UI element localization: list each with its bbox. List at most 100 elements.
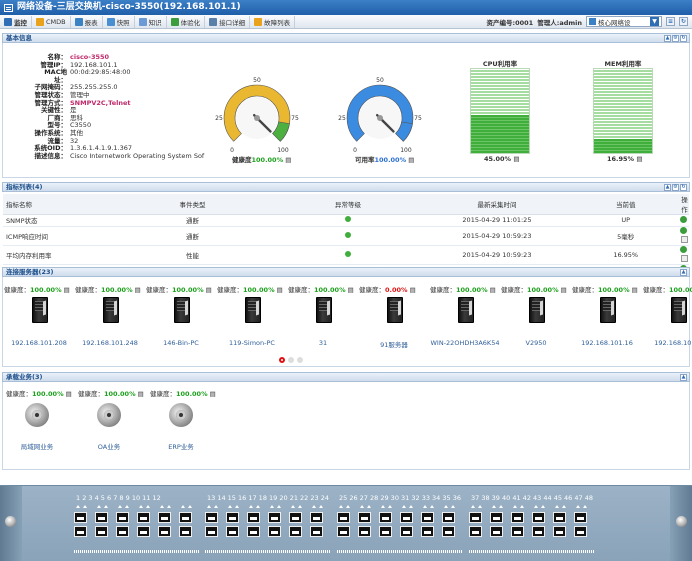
server-icon[interactable] xyxy=(174,297,190,323)
switch-port[interactable] xyxy=(358,526,371,537)
server-icon[interactable] xyxy=(671,297,687,323)
switch-port[interactable] xyxy=(490,526,503,537)
switch-port[interactable] xyxy=(137,526,150,537)
switch-port[interactable] xyxy=(421,512,434,523)
collapse-icon[interactable]: ▲ xyxy=(664,34,671,42)
collapse-icon[interactable]: ▲ xyxy=(664,183,671,191)
chart-icon[interactable] xyxy=(679,215,687,223)
detail-icon[interactable]: ▤ xyxy=(513,155,519,163)
switch-port[interactable] xyxy=(469,512,482,523)
switch-port[interactable] xyxy=(574,512,587,523)
switch-port[interactable] xyxy=(205,526,218,537)
server-name[interactable]: WIN-22OHDH3A6K54 xyxy=(430,339,500,347)
switch-port[interactable] xyxy=(247,526,260,537)
toolbar-knowledge-button[interactable]: 知识 xyxy=(135,15,167,28)
switch-port[interactable] xyxy=(226,526,239,537)
business-name[interactable]: 局域网业务 xyxy=(7,441,67,451)
refresh-icon[interactable]: ↻ xyxy=(680,183,687,191)
switch-port[interactable] xyxy=(179,526,192,537)
switch-port[interactable] xyxy=(553,526,566,537)
switch-port[interactable] xyxy=(158,526,171,537)
table-row[interactable]: SNMP状态 通断 2015-04-29 11:01:25 UP xyxy=(3,214,689,227)
switch-port[interactable] xyxy=(179,512,192,523)
switch-port[interactable] xyxy=(289,512,302,523)
switch-port[interactable] xyxy=(137,512,150,523)
table-row[interactable]: ICMP响应时间 通断 2015-04-29 10:59:23 5毫秒 xyxy=(3,226,689,246)
switch-port[interactable] xyxy=(379,512,392,523)
switch-port[interactable] xyxy=(158,512,171,523)
business-name[interactable]: ERP业务 xyxy=(151,441,211,451)
switch-port[interactable] xyxy=(74,526,87,537)
pager-dot[interactable] xyxy=(279,357,285,363)
toolbar-cmdb-button[interactable]: CMDB xyxy=(32,15,71,28)
switch-port[interactable] xyxy=(226,512,239,523)
server-name[interactable]: 192.168.101.16 xyxy=(572,339,642,347)
server-name[interactable]: 192.168.101.248 xyxy=(75,339,145,347)
settings-icon[interactable]: ⚙ xyxy=(672,34,679,42)
switch-port[interactable] xyxy=(74,512,87,523)
server-name[interactable]: 91服务器 xyxy=(359,339,429,349)
device-group-select[interactable]: 核心网络设 ▼ xyxy=(586,16,662,27)
switch-port[interactable] xyxy=(532,526,545,537)
switch-port[interactable] xyxy=(421,526,434,537)
server-icon[interactable] xyxy=(387,297,403,323)
toolbar-monitor-button[interactable]: 监控 xyxy=(0,15,32,28)
server-icon[interactable] xyxy=(32,297,48,323)
detail-icon[interactable]: ▤ xyxy=(636,155,642,163)
switch-port[interactable] xyxy=(442,526,455,537)
switch-port[interactable] xyxy=(95,512,108,523)
pager-dot[interactable] xyxy=(297,357,303,363)
server-icon[interactable] xyxy=(458,297,474,323)
pager-dot[interactable] xyxy=(288,357,294,363)
toolbar-report-button[interactable]: 报表 xyxy=(71,15,103,28)
switch-port[interactable] xyxy=(511,512,524,523)
toolbar-fault-button[interactable]: 故障列表 xyxy=(250,15,296,28)
switch-port[interactable] xyxy=(379,526,392,537)
switch-port[interactable] xyxy=(337,526,350,537)
list-view-icon[interactable]: ≡ xyxy=(666,17,675,26)
chart-icon[interactable] xyxy=(679,226,687,234)
server-icon[interactable] xyxy=(600,297,616,323)
chart-icon[interactable] xyxy=(679,245,687,253)
config-icon[interactable] xyxy=(680,254,688,262)
switch-port[interactable] xyxy=(553,512,566,523)
server-icon[interactable] xyxy=(103,297,119,323)
detail-icon[interactable]: ▤ xyxy=(285,156,291,164)
switch-port[interactable] xyxy=(442,512,455,523)
switch-port[interactable] xyxy=(358,512,371,523)
server-icon[interactable] xyxy=(316,297,332,323)
business-gear-icon[interactable] xyxy=(25,403,49,427)
server-name[interactable]: V2950 xyxy=(501,339,571,347)
switch-port[interactable] xyxy=(469,526,482,537)
server-name[interactable]: 31 xyxy=(288,339,358,347)
switch-port[interactable] xyxy=(116,526,129,537)
toolbar-experience-button[interactable]: 体验化 xyxy=(167,15,206,28)
switch-port[interactable] xyxy=(400,512,413,523)
switch-port[interactable] xyxy=(205,512,218,523)
switch-port[interactable] xyxy=(574,526,587,537)
switch-port[interactable] xyxy=(532,512,545,523)
switch-port[interactable] xyxy=(400,526,413,537)
switch-port[interactable] xyxy=(490,512,503,523)
refresh-icon[interactable]: ↻ xyxy=(679,17,688,26)
switch-port[interactable] xyxy=(268,526,281,537)
server-icon[interactable] xyxy=(529,297,545,323)
server-name[interactable]: 119-Simon-PC xyxy=(217,339,287,347)
server-name[interactable]: 146-Bin-PC xyxy=(146,339,216,347)
settings-icon[interactable]: ⚙ xyxy=(672,183,679,191)
detail-icon[interactable]: ▤ xyxy=(408,156,414,164)
switch-port[interactable] xyxy=(247,512,260,523)
table-row[interactable]: 平均内存利用率 性能 2015-04-29 10:59:23 16.95% xyxy=(3,245,689,265)
refresh-icon[interactable]: ↻ xyxy=(680,34,687,42)
server-name[interactable]: 192.168.101.1 xyxy=(643,339,692,347)
switch-port[interactable] xyxy=(511,526,524,537)
business-gear-icon[interactable] xyxy=(169,403,193,427)
collapse-icon[interactable]: ▲ xyxy=(680,268,687,276)
toolbar-interface-button[interactable]: 接口详细 xyxy=(205,15,251,28)
switch-port[interactable] xyxy=(337,512,350,523)
business-gear-icon[interactable] xyxy=(97,403,121,427)
switch-port[interactable] xyxy=(95,526,108,537)
switch-port[interactable] xyxy=(289,526,302,537)
server-name[interactable]: 192.168.101.208 xyxy=(4,339,74,347)
switch-port[interactable] xyxy=(310,526,323,537)
